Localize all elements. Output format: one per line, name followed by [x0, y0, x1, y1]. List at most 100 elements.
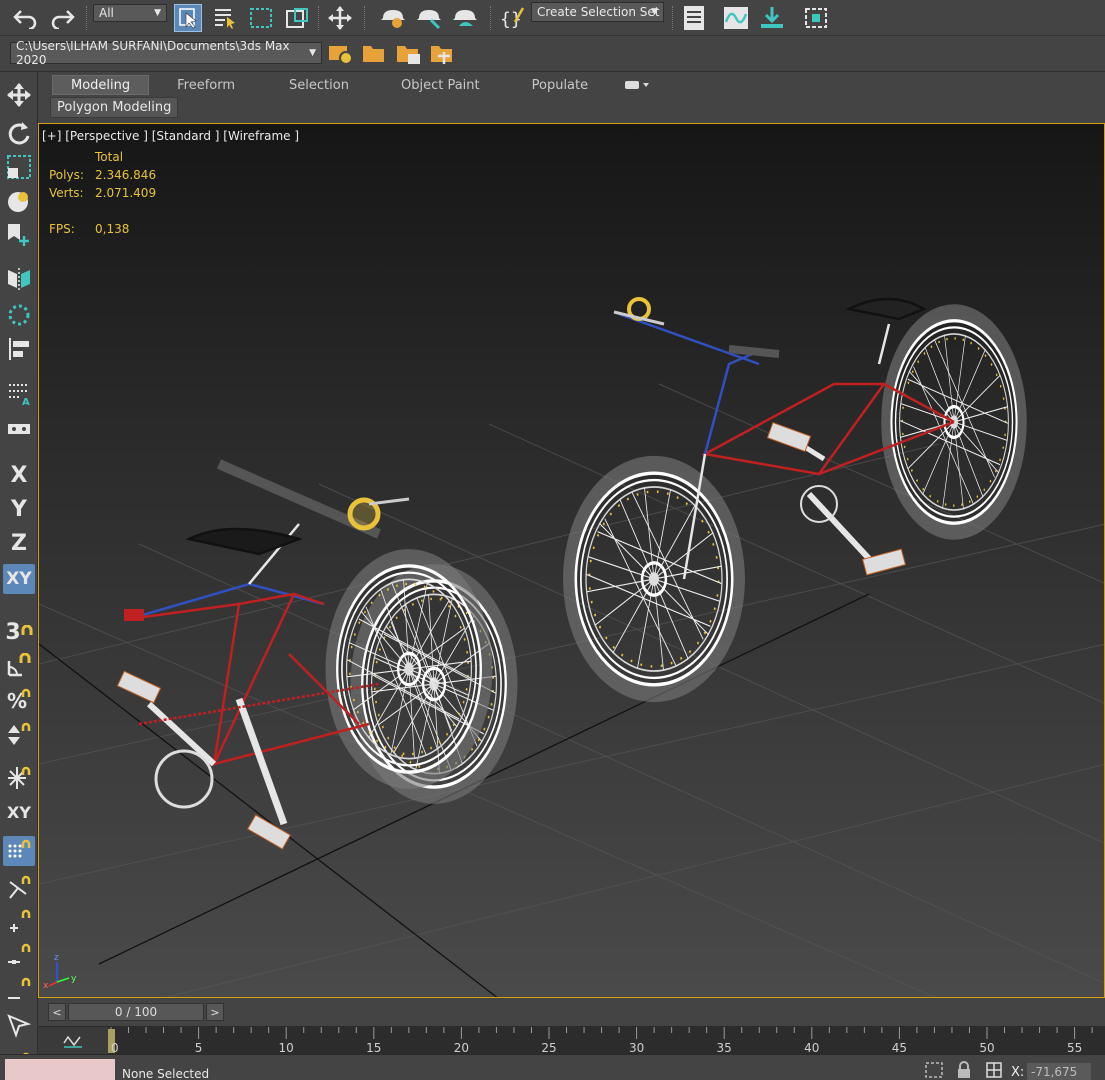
rectangular-selection-icon[interactable] — [247, 4, 275, 32]
render-setup-icon[interactable] — [379, 4, 407, 32]
layer-explorer-icon[interactable] — [680, 4, 708, 32]
render-production-icon[interactable] — [451, 4, 479, 32]
array-icon[interactable] — [3, 300, 35, 330]
align-icon[interactable] — [3, 334, 35, 364]
create-selection-set-label: Create Selection Set — [537, 5, 660, 19]
select-object-icon[interactable] — [174, 4, 202, 32]
viewport-label-menu[interactable]: [+] [Perspective ] [Standard ] [Wirefram… — [42, 129, 299, 143]
ruler-tick-label: 35 — [716, 1041, 732, 1055]
select-by-name-icon[interactable] — [211, 4, 239, 32]
chevron-down-icon: ▼ — [154, 8, 161, 18]
left-command-strip: A X Y Z XY 3 % XY — [0, 72, 38, 1080]
pivot-tool-icon[interactable] — [3, 220, 35, 250]
schematic-view-icon[interactable] — [758, 4, 786, 32]
angle-snap-icon[interactable] — [3, 651, 35, 681]
window-crossing-icon[interactable] — [283, 4, 311, 32]
undo-icon[interactable] — [12, 4, 40, 32]
grid-snap-icon[interactable] — [3, 836, 35, 866]
ruler-tick-label: 30 — [628, 1041, 645, 1055]
separator — [672, 6, 673, 30]
project-toolbar: C:\Users\ILHAM SURFANI\Documents\3ds Max… — [0, 36, 1105, 72]
xy-constraint-label: XY — [7, 802, 31, 822]
move-icon[interactable] — [326, 4, 354, 32]
project-settings-icon[interactable] — [327, 40, 355, 68]
tab-freeform[interactable]: Freeform — [149, 75, 263, 95]
mirror-icon[interactable] — [3, 264, 35, 294]
curve-editor-mini-icon[interactable] — [62, 1033, 84, 1053]
status-bar: None Selected X: -71,675 — [0, 1054, 1105, 1080]
stats-verts-value: 2.071.409 — [95, 186, 157, 200]
selection-filter-dropdown[interactable]: All ▼ — [93, 4, 167, 22]
rendered-frame-icon[interactable] — [415, 4, 443, 32]
axis-z-button[interactable]: Z — [3, 528, 35, 558]
project-folder-icon[interactable] — [361, 40, 389, 68]
svg-text:A: A — [22, 397, 30, 406]
ribbon-tabs: Modeling Freeform Selection Object Paint… — [52, 75, 660, 95]
redo-icon[interactable] — [48, 4, 76, 32]
axis-y-button[interactable]: Y — [3, 494, 35, 524]
measure-icon[interactable] — [3, 414, 35, 444]
ruler-tick-label: 15 — [366, 1041, 382, 1055]
next-frame-button[interactable]: > — [206, 1003, 224, 1021]
ruler-tick-label: 0 — [111, 1041, 119, 1055]
edge-snap-icon[interactable] — [3, 940, 35, 970]
bicycle-model-2[interactable] — [558, 295, 1033, 709]
percent-snap-icon[interactable]: % — [3, 685, 35, 715]
bicycle-model-1[interactable] — [116, 459, 518, 850]
tab-selection[interactable]: Selection — [263, 75, 375, 95]
vertex-snap-icon[interactable] — [3, 906, 35, 936]
prev-frame-button[interactable]: < — [48, 1003, 66, 1021]
project-path-dropdown[interactable]: C:\Users\ILHAM SURFANI\Documents\3ds Max… — [10, 39, 322, 67]
xy-constraint-button[interactable]: XY — [3, 797, 35, 827]
tab-populate[interactable]: Populate — [506, 75, 615, 95]
axis-x-button[interactable]: X — [3, 460, 35, 490]
scene-canvas[interactable]: z x y — [39, 124, 1105, 998]
ruler-tick-label: 50 — [979, 1041, 995, 1055]
gizmo-x-label: x — [43, 981, 49, 991]
edit-named-selection-icon[interactable]: {} — [498, 4, 526, 32]
absolute-mode-icon[interactable] — [985, 1061, 1005, 1080]
material-editor-icon[interactable] — [802, 4, 830, 32]
rotate-tool-icon[interactable] — [3, 118, 35, 148]
move-tool-icon[interactable] — [3, 80, 35, 110]
create-selection-set-dropdown[interactable]: Create Selection Set ▼ — [531, 2, 664, 22]
gizmo-y-label: y — [71, 974, 77, 984]
face-snap-icon[interactable] — [3, 974, 35, 1004]
ruler-tick-label: 20 — [453, 1041, 470, 1055]
project-new-icon[interactable] — [395, 40, 423, 68]
x-coordinate-label: X: — [1011, 1065, 1025, 1080]
axis-xy-button[interactable]: XY — [3, 564, 35, 594]
stats-total-header: Total — [95, 150, 124, 164]
polygon-modeling-panel[interactable]: Polygon Modeling — [50, 97, 179, 118]
separator — [364, 6, 365, 30]
pivot-snap-icon[interactable] — [3, 872, 35, 902]
track-bar[interactable]: 0 5 10 15 20 25 30 35 40 45 50 55 — [38, 1026, 1105, 1055]
viewport-grid — [39, 383, 1104, 997]
tab-modeling[interactable]: Modeling — [52, 75, 150, 95]
project-structure-icon[interactable] — [429, 40, 457, 68]
scale-tool-icon[interactable] — [3, 152, 35, 182]
snap-toggle-button[interactable]: 3 — [3, 617, 35, 647]
snap-align-icon[interactable]: A — [3, 378, 35, 408]
place-tool-icon[interactable] — [3, 186, 35, 216]
stats-verts-label: Verts: — [49, 186, 84, 200]
freeze-icon[interactable] — [3, 763, 35, 793]
axis-gizmo: z x y — [43, 953, 77, 991]
time-slider[interactable]: 0 / 100 — [68, 1003, 204, 1021]
select-region-icon[interactable] — [3, 1010, 35, 1040]
timeline-ruler[interactable]: 0 5 10 15 20 25 30 35 40 45 50 55 — [108, 1027, 1105, 1055]
viewport-statistics: Total Polys: 2.346.846 Verts: 2.071.409 FP… — [49, 148, 156, 238]
ribbon-options-icon[interactable] — [614, 75, 660, 95]
curve-editor-icon[interactable] — [722, 4, 750, 32]
separator — [86, 6, 87, 30]
tab-object-paint[interactable]: Object Paint — [375, 75, 506, 95]
perspective-viewport[interactable]: z x y [+] [Perspective ] [Standard ] [Wi… — [38, 123, 1105, 998]
isolate-selection-icon[interactable] — [924, 1061, 944, 1080]
x-coordinate-field[interactable]: -71,675 — [1027, 1063, 1091, 1080]
3ds-max-window: All ▼ {} Create Selection Set ▼ C:\Users… — [0, 0, 1105, 1080]
ribbon: Modeling Freeform Selection Object Paint… — [38, 72, 1105, 122]
maxscript-listener[interactable] — [5, 1059, 115, 1080]
lock-icon[interactable] — [955, 1061, 973, 1080]
spinner-snap-icon[interactable] — [3, 719, 35, 749]
ruler-tick-label: 40 — [804, 1041, 820, 1055]
